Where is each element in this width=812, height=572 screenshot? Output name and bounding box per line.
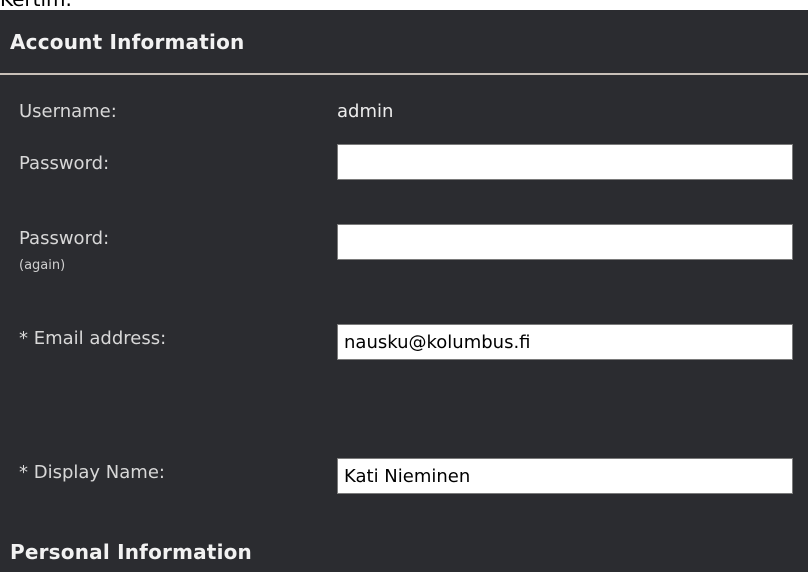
password-field[interactable] (337, 144, 793, 180)
top-cutoff-text-label: Kertim. (0, 0, 72, 10)
username-value: admin (337, 101, 394, 122)
display-name-field[interactable] (337, 458, 793, 494)
password-again-field[interactable] (337, 224, 793, 260)
password-again-label: Password: (19, 228, 110, 249)
password-label: Password: (19, 153, 110, 174)
personal-information-header: Personal Information (10, 540, 252, 564)
password-again-note: (again) (19, 258, 66, 273)
email-field[interactable] (337, 324, 793, 360)
account-information-header: Account Information (10, 30, 245, 54)
display-name-label: * Display Name: (19, 462, 165, 483)
section-divider (0, 73, 808, 75)
account-settings-panel: Account Information Username: admin Pass… (0, 10, 808, 572)
top-cutoff-text: Kertim. (0, 0, 812, 10)
username-label: Username: (19, 101, 117, 122)
email-label: * Email address: (19, 328, 167, 349)
